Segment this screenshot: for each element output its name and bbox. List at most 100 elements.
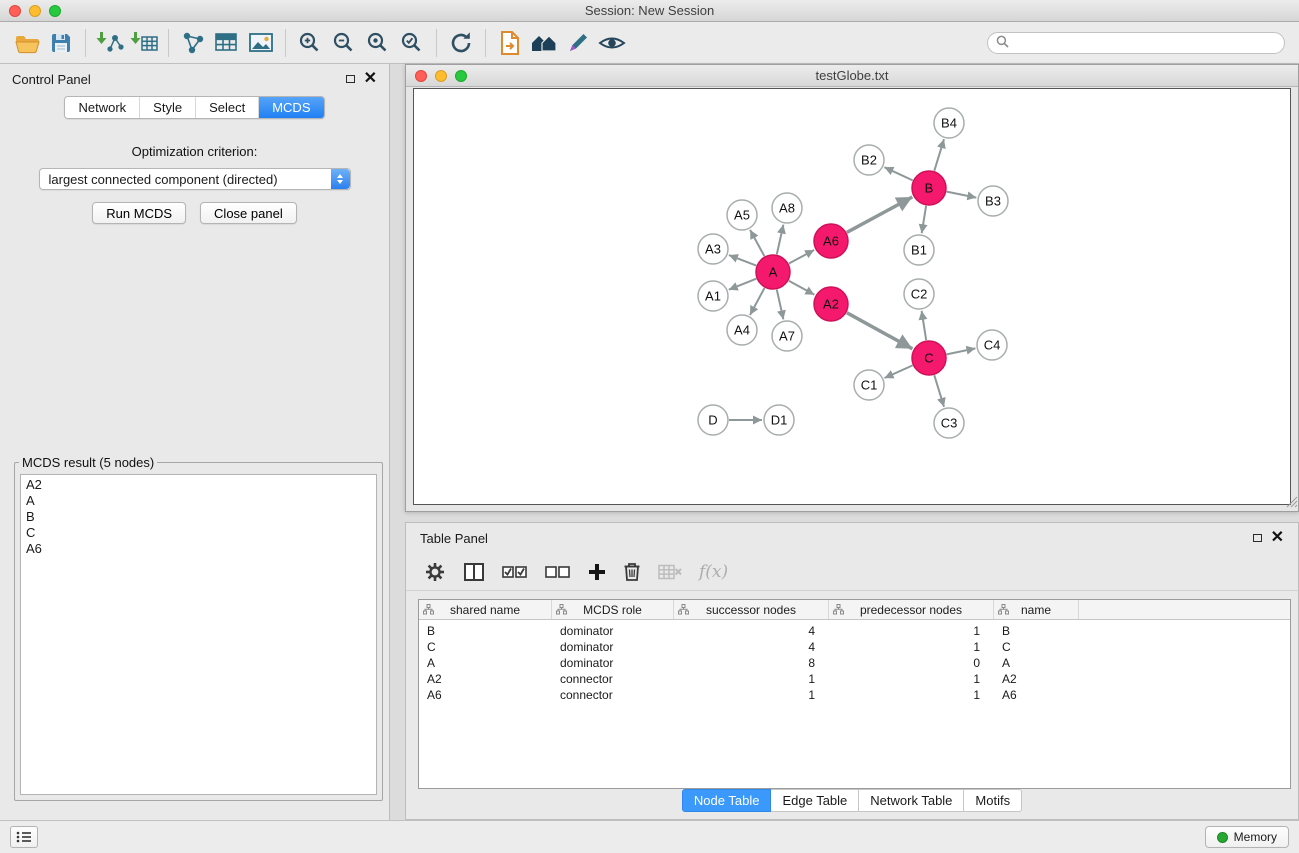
table-row[interactable]: A6connector11A6 [419,687,1290,703]
edge-C-C1[interactable] [885,365,913,378]
edge-C-C3[interactable] [934,375,944,407]
float-table-panel-icon[interactable] [1253,534,1262,542]
tab-node-table[interactable]: Node Table [682,789,772,812]
column-header-predecessor-nodes[interactable]: predecessor nodes [829,600,994,619]
gear-icon[interactable] [424,561,446,583]
window-zoom-button[interactable] [49,5,61,17]
table-row[interactable]: A2connector11A2 [419,671,1290,687]
edge-A-A1[interactable] [729,279,757,290]
new-network-icon[interactable] [176,27,210,59]
export-image-icon[interactable] [244,27,278,59]
table-row[interactable]: Bdominator41B [419,623,1290,639]
column-header-successor-nodes[interactable]: successor nodes [674,600,829,619]
node-B1[interactable]: B1 [904,235,934,265]
edge-C-C4[interactable] [947,348,976,354]
function-builder-icon[interactable]: f(x) [699,562,728,582]
edge-B-B4[interactable] [934,139,944,171]
zoom-in-icon[interactable] [293,27,327,59]
node-B[interactable]: B [912,171,946,205]
node-A7[interactable]: A7 [772,321,802,351]
edge-A-A4[interactable] [750,288,765,315]
edge-A-A7[interactable] [777,290,784,320]
open-document-icon[interactable] [493,27,527,59]
new-table-icon[interactable] [210,27,244,59]
search-input[interactable] [1014,36,1276,50]
zoom-fit-icon[interactable] [361,27,395,59]
node-A1[interactable]: A1 [698,281,728,311]
edge-B-B2[interactable] [884,167,912,180]
open-folder-icon[interactable] [10,27,44,59]
column-header-name[interactable]: name [994,600,1079,619]
tab-network-table[interactable]: Network Table [859,789,964,812]
node-B4[interactable]: B4 [934,108,964,138]
tab-select[interactable]: Select [195,97,258,118]
node-A4[interactable]: A4 [727,315,757,345]
delete-table-icon[interactable] [658,563,682,581]
node-A[interactable]: A [756,255,790,289]
edge-A-A2[interactable] [789,281,815,295]
table-row[interactable]: Adominator80A [419,655,1290,671]
node-C1[interactable]: C1 [854,370,884,400]
node-A6[interactable]: A6 [814,224,848,258]
window-close-button[interactable] [9,5,21,17]
close-table-panel-icon[interactable]: ✕ [1271,532,1284,544]
node-C4[interactable]: C4 [977,330,1007,360]
refresh-icon[interactable] [444,27,478,59]
style-brush-icon[interactable] [561,27,595,59]
show-columns-icon[interactable] [463,562,485,582]
close-panel-icon[interactable]: ✕ [364,73,377,85]
edge-A2-C[interactable] [847,313,913,349]
node-C[interactable]: C [912,341,946,375]
task-history-button[interactable] [10,826,38,848]
eye-icon[interactable] [595,27,629,59]
tab-style[interactable]: Style [139,97,195,118]
node-D1[interactable]: D1 [764,405,794,435]
edge-A-A5[interactable] [750,230,764,256]
add-column-icon[interactable] [588,563,606,581]
memory-button[interactable]: Memory [1205,826,1289,848]
network-close-button[interactable] [415,70,427,82]
edge-A-A8[interactable] [777,225,784,255]
node-C3[interactable]: C3 [934,408,964,438]
node-D[interactable]: D [698,405,728,435]
tab-mcds[interactable]: MCDS [258,97,323,118]
import-network-icon[interactable] [93,27,127,59]
node-B2[interactable]: B2 [854,145,884,175]
deselect-all-icon[interactable] [545,564,571,580]
mcds-result-list[interactable]: A2ABCA6 [20,474,377,795]
table-row[interactable]: Cdominator41C [419,639,1290,655]
resize-grip-icon[interactable] [1285,495,1298,511]
window-minimize-button[interactable] [29,5,41,17]
tab-edge-table[interactable]: Edge Table [771,789,859,812]
tab-motifs[interactable]: Motifs [964,789,1022,812]
network-zoom-button[interactable] [455,70,467,82]
optimization-dropdown[interactable]: largest connected component (directed) [39,168,351,190]
mcds-result-item[interactable]: B [21,509,376,525]
mcds-result-item[interactable]: A [21,493,376,509]
delete-column-icon[interactable] [623,561,641,582]
close-panel-button[interactable]: Close panel [200,202,297,224]
mcds-result-item[interactable]: A6 [21,541,376,557]
column-header-MCDS-role[interactable]: MCDS role [552,600,674,619]
save-icon[interactable] [44,27,78,59]
node-A5[interactable]: A5 [727,200,757,230]
search-field[interactable] [987,32,1285,54]
edge-A-A3[interactable] [729,255,756,266]
edge-B-B3[interactable] [947,192,977,198]
tab-network[interactable]: Network [65,97,139,118]
mcds-result-item[interactable]: C [21,525,376,541]
column-header-shared-name[interactable]: shared name [419,600,552,619]
node-A8[interactable]: A8 [772,193,802,223]
run-mcds-button[interactable]: Run MCDS [92,202,186,224]
node-A2[interactable]: A2 [814,287,848,321]
float-panel-icon[interactable] [346,75,355,83]
select-all-icon[interactable] [502,564,528,580]
network-canvas[interactable]: B4B2BB3A5A8A6A3AB1A1A2C2A4A7C4CC1DD1C3 [413,88,1291,505]
first-neighbors-icon[interactable] [527,27,561,59]
network-minimize-button[interactable] [435,70,447,82]
node-B3[interactable]: B3 [978,186,1008,216]
edge-B-B1[interactable] [922,206,926,233]
zoom-out-icon[interactable] [327,27,361,59]
node-A3[interactable]: A3 [698,234,728,264]
edge-A-A6[interactable] [789,250,814,264]
